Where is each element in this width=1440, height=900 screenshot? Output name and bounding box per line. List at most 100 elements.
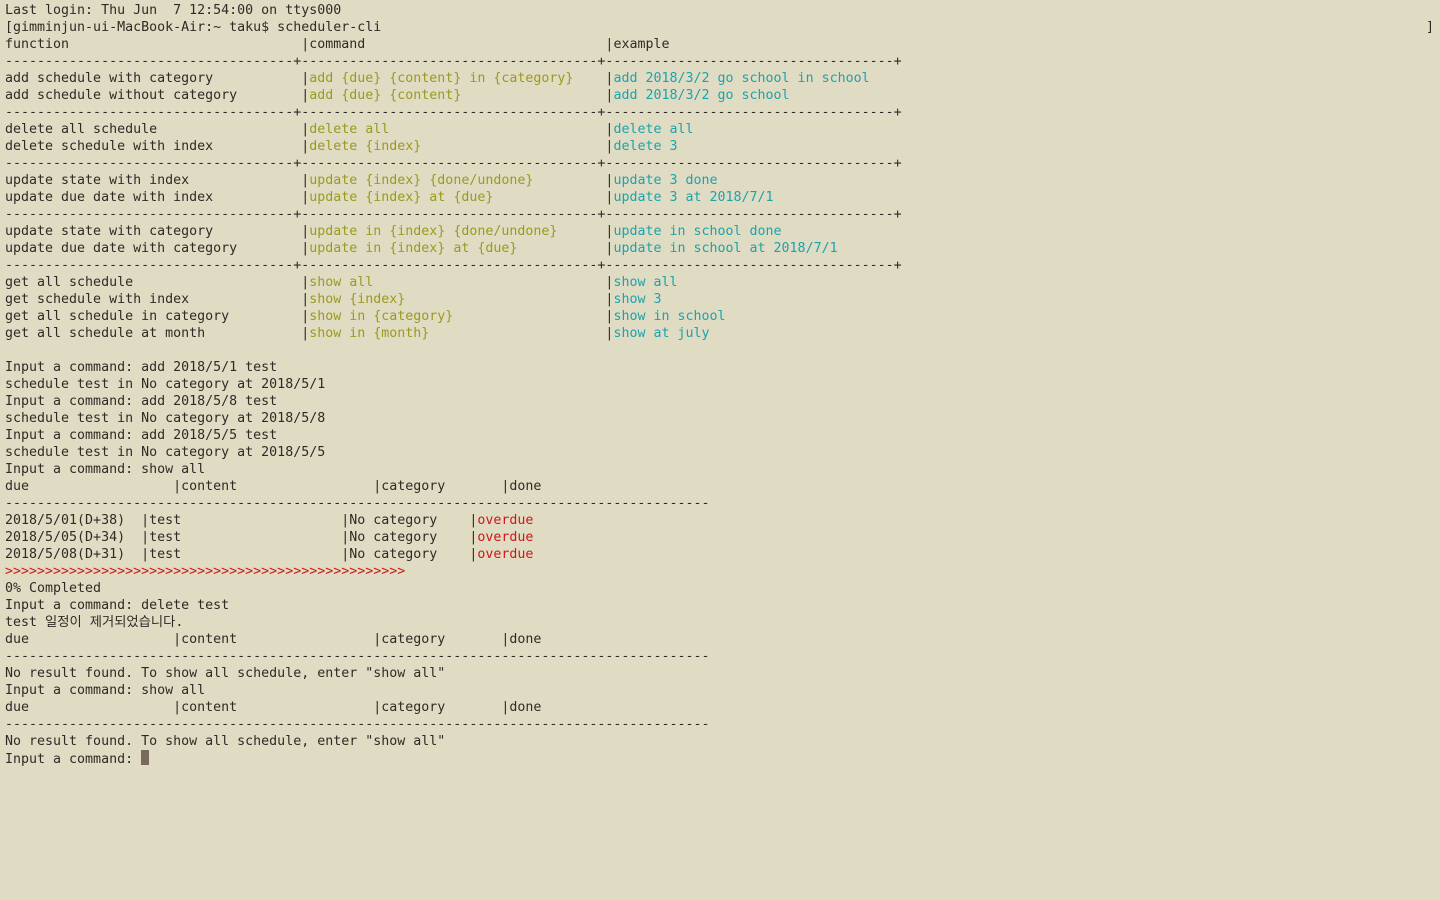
terminal-line: [gimminjun-ui-MacBook-Air:~ taku$ schedu… [5,19,902,36]
terminal-line: Input a command: add 2018/5/8 test [5,393,902,410]
terminal-text: Last login: Thu Jun 7 12:54:00 on ttys00… [5,3,342,18]
terminal-text: ----------------------------------------… [5,496,710,511]
terminal-text: add {due} {content} in {category} [309,71,574,86]
terminal-text: update state with index | [5,173,310,188]
terminal-line: schedule test in No category at 2018/5/1 [5,376,902,393]
terminal-text: add schedule with category | [5,71,310,86]
terminal-text: update in school at 2018/7/1 [613,241,838,256]
terminal-line: No result found. To show all schedule, e… [5,733,902,750]
terminal-text: update state with category | [5,224,310,239]
terminal-line: due |content |category |done [5,631,902,648]
terminal-text: ------------------------------------+---… [5,54,902,69]
terminal-text: | [557,224,614,239]
terminal-text: due |content |category |done [5,700,542,715]
scroll-marker: ] [1425,20,1434,35]
terminal-line: delete all schedule |delete all |delete … [5,121,902,138]
terminal-text: get schedule with index | [5,292,310,307]
terminal-text: 2018/5/05(D+34) |test |No category | [5,530,478,545]
terminal-text: | [453,309,614,324]
terminal-text: Input a command: add 2018/5/8 test [5,394,278,409]
terminal-text: ------------------------------------+---… [5,156,902,171]
terminal-line: 2018/5/05(D+34) |test |No category |over… [5,529,902,546]
terminal-text: update due date with category | [5,241,310,256]
terminal-text: Input a command: [5,752,142,767]
terminal-line: update due date with category | update in… [5,240,902,257]
terminal-text: | [389,122,614,137]
terminal-text: show in {month} [309,326,430,341]
terminal-text: show all [309,275,374,290]
terminal-line: update state with index |update {index} … [5,172,902,189]
terminal-text: | [517,241,614,256]
terminal-line: add schedule without category |add {due}… [5,87,902,104]
terminal-text: ------------------------------------+---… [5,105,902,120]
terminal-text: | [429,326,614,341]
terminal-text: show 3 [613,292,662,307]
terminal-text: | [493,190,614,205]
terminal-text: show all [613,275,678,290]
terminal-text: update due date with index | [5,190,310,205]
terminal-text: due |content |category |done [5,632,542,647]
terminal-text: add 2018/3/2 go school in school [613,71,870,86]
terminal-text: 2018/5/01(D+38) |test |No category | [5,513,478,528]
terminal-line: get all schedule at month |show in {mont… [5,325,902,342]
terminal-line: test 일정이 제거되었습니다. [5,614,902,631]
terminal-text: add 2018/3/2 go school [613,88,790,103]
terminal-line: due |content |category |done [5,699,902,716]
terminal-text: add schedule without category | [5,88,310,103]
terminal-text: delete {index} [309,139,422,154]
terminal-text: get all schedule at month | [5,326,310,341]
terminal-line: Input a command: show all [5,682,902,699]
terminal-line: ----------------------------------------… [5,716,902,733]
terminal-line: Input a command: add 2018/5/5 test [5,427,902,444]
terminal-text: ----------------------------------------… [5,717,710,732]
terminal-line: 2018/5/01(D+38) |test |No category |over… [5,512,902,529]
terminal-window[interactable]: Last login: Thu Jun 7 12:54:00 on ttys00… [0,0,1440,900]
terminal-text: Input a command: add 2018/5/5 test [5,428,278,443]
terminal-text: Input a command: show all [5,683,206,698]
terminal-text: show at july [613,326,710,341]
terminal-text: update 3 at 2018/7/1 [613,190,774,205]
block-cursor-icon[interactable] [141,750,150,765]
terminal-line: Last login: Thu Jun 7 12:54:00 on ttys00… [5,2,902,19]
terminal-output: Last login: Thu Jun 7 12:54:00 on ttys00… [5,2,902,767]
terminal-text: | [373,275,614,290]
terminal-text: test 일정이 제거되었습니다. [5,615,184,630]
terminal-line: update due date with index |update {inde… [5,189,902,206]
terminal-text: [gimminjun-ui-MacBook-Air:~ taku$ schedu… [5,20,382,35]
terminal-text: schedule test in No category at 2018/5/8 [5,411,326,426]
terminal-line: add schedule with category |add {due} {c… [5,70,902,87]
terminal-text: function | [5,37,310,52]
terminal-line: due |content |category |done [5,478,902,495]
terminal-text: delete all [613,122,694,137]
terminal-line: Input a command: [5,750,902,767]
terminal-text: 2018/5/08(D+31) |test |No category | [5,547,478,562]
terminal-text: | [365,37,614,52]
terminal-text: Input a command: delete test [5,598,230,613]
terminal-line [5,342,902,359]
terminal-text: update {index} at {due} [309,190,494,205]
terminal-line: update state with category |update in {i… [5,223,902,240]
terminal-text: | [533,173,614,188]
terminal-text: show in school [613,309,726,324]
terminal-line: Input a command: add 2018/5/1 test [5,359,902,376]
terminal-text: show in {category} [309,309,454,324]
terminal-line: ------------------------------------+---… [5,53,902,70]
terminal-text: update {index} {done/undone} [309,173,534,188]
terminal-line: delete schedule with index |delete {inde… [5,138,902,155]
terminal-line: schedule test in No category at 2018/5/8 [5,410,902,427]
terminal-text: >>>>>>>>>>>>>>>>>>>>>>>>>>>>>>>>>>>>>>>>… [5,564,406,579]
terminal-text: Input a command: show all [5,462,206,477]
terminal-line: No result found. To show all schedule, e… [5,665,902,682]
terminal-line: get all schedule in category |show in {c… [5,308,902,325]
terminal-text: delete all [309,122,390,137]
terminal-text: delete schedule with index | [5,139,310,154]
terminal-text: show {index} [309,292,406,307]
terminal-text: ------------------------------------+---… [5,207,902,222]
terminal-text: get all schedule in category | [5,309,310,324]
terminal-line: ----------------------------------------… [5,495,902,512]
terminal-text: overdue [477,547,534,562]
terminal-line: ------------------------------------+---… [5,104,902,121]
terminal-line: get all schedule |show all |show all [5,274,902,291]
terminal-text: ----------------------------------------… [5,649,710,664]
